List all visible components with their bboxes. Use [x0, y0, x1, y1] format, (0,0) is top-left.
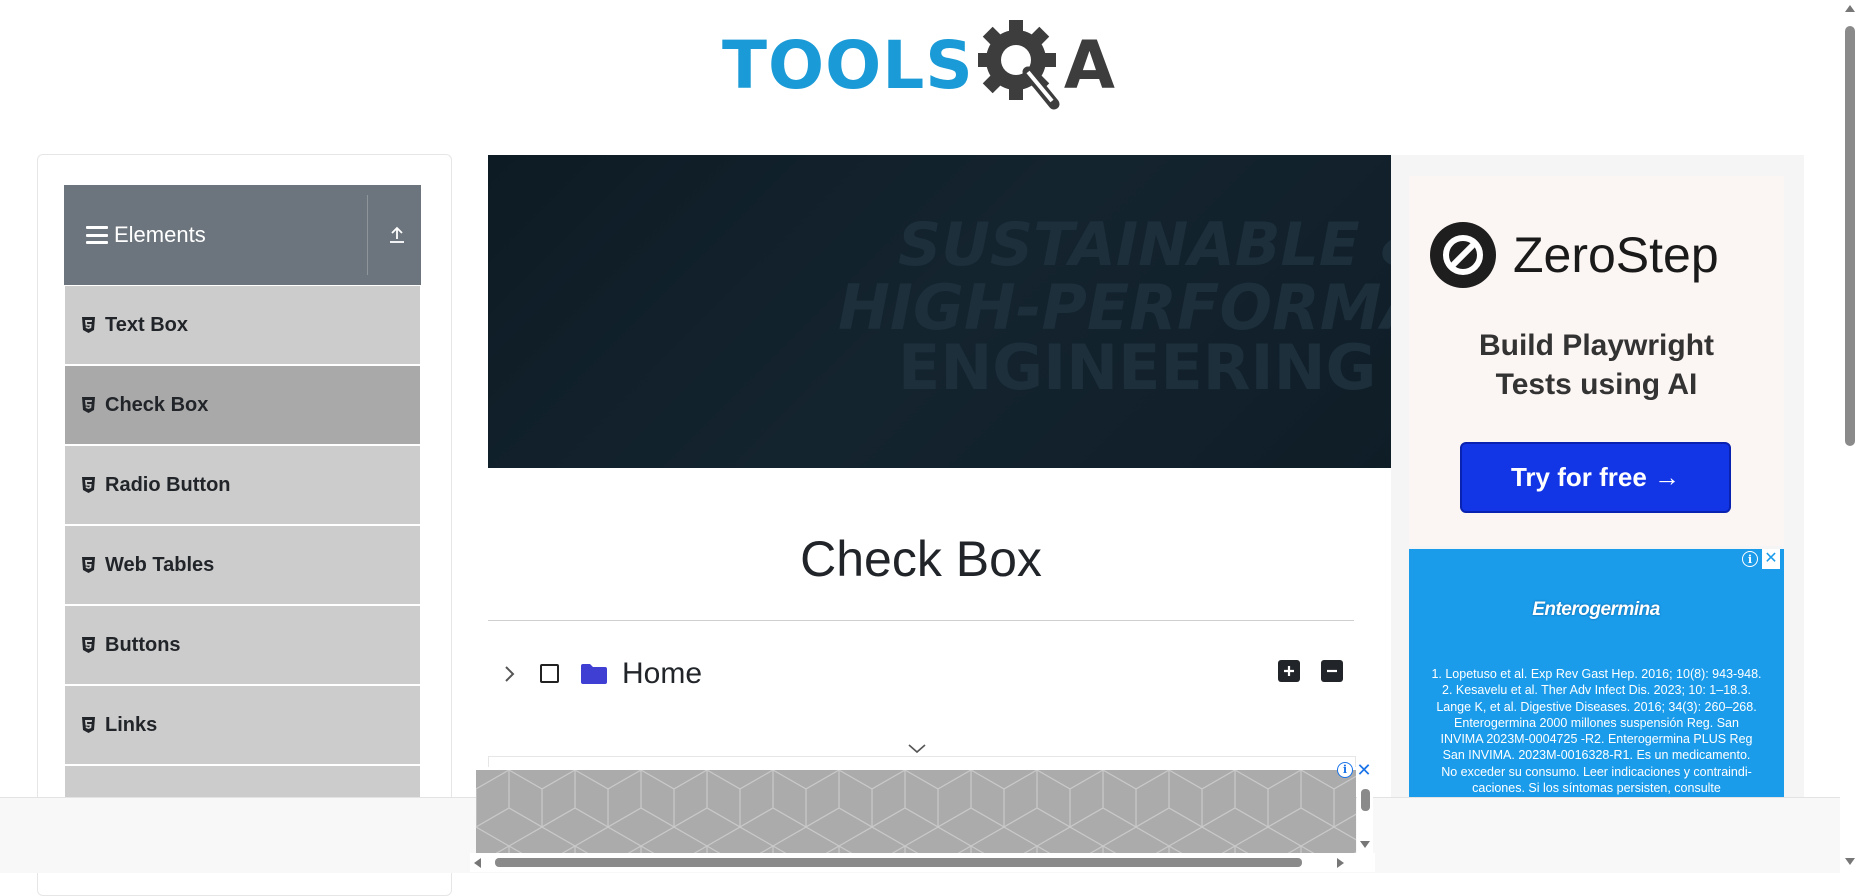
- title-divider: [488, 620, 1354, 621]
- zerostep-tagline-line-1: Build Playwright: [1478, 329, 1715, 362]
- sidebar-item-label: Links: [105, 713, 158, 736]
- zerostep-tagline: Build Playwright Tests using AI: [1409, 326, 1784, 404]
- folder-icon: [581, 664, 607, 684]
- try-for-free-button[interactable]: Try for free →: [1460, 442, 1731, 513]
- sidebar-item-label: Text Box: [105, 313, 188, 336]
- expand-all-button[interactable]: [1278, 660, 1300, 682]
- sidebar-item-web-tables[interactable]: Web Tables: [65, 526, 420, 606]
- scroll-down-arrow-icon[interactable]: [1359, 839, 1371, 849]
- html5-icon: [82, 717, 95, 733]
- sidebar-item-buttons[interactable]: Buttons: [65, 606, 420, 686]
- html5-icon: [82, 477, 95, 493]
- collapse-all-button[interactable]: [1321, 660, 1343, 682]
- sidebar-item-label: Check Box: [105, 393, 209, 416]
- html5-icon: [82, 397, 95, 413]
- chevron-down-icon: [908, 744, 926, 754]
- scroll-left-arrow-icon[interactable]: [472, 857, 482, 869]
- group-title: Elements: [114, 222, 206, 247]
- logo-text-tools: TOOLS: [722, 27, 974, 104]
- disclaimer-line: No exceder su consumo. Leer indicaciones…: [1441, 764, 1752, 779]
- menu-icon: [86, 226, 108, 244]
- collapse-group-icon[interactable]: [382, 220, 412, 250]
- sidebar-item-radio-button[interactable]: Radio Button: [65, 446, 420, 526]
- sidebar-item-check-box[interactable]: Check Box: [65, 366, 420, 446]
- sidebar-item-text-box[interactable]: Text Box: [65, 286, 420, 366]
- disclaimer-line: Lange K, et al. Digestive Diseases. 2016…: [1436, 699, 1757, 714]
- banner-line-2: HIGH-PERFORMANCE: [838, 271, 1391, 344]
- header-divider: [367, 195, 368, 275]
- result-box: [488, 756, 1356, 767]
- sidebar-item-label: Web Tables: [105, 553, 215, 576]
- disclaimer-line: INVIMA 2023M-0004725 -R2. Enterogermina …: [1440, 732, 1753, 747]
- enterogermina-disclaimer: 1. Lopetuso et al. Exp Rev Gast Hep. 201…: [1418, 666, 1775, 796]
- scroll-up-arrow-icon[interactable]: [1844, 4, 1856, 14]
- ad-info-icon[interactable]: i: [1742, 551, 1758, 567]
- banner-line-3: ENGINEERING MATERIA: [898, 331, 1391, 404]
- sidebar-item-links[interactable]: Links: [65, 686, 420, 766]
- gear-magnifier-icon: [977, 20, 1060, 110]
- sidebar-item-label: Buttons: [105, 633, 181, 656]
- page-title: Check Box: [800, 531, 1042, 587]
- bottom-ad[interactable]: [476, 770, 1356, 854]
- ad-info-icon[interactable]: i: [1337, 762, 1353, 778]
- banner-ad[interactable]: SUSTAINABLE & HIGH-PERFORMANCE ENGINEERI…: [488, 155, 1391, 468]
- zerostep-brand: ZeroStep: [1513, 227, 1719, 283]
- html5-icon: [82, 637, 95, 653]
- hexagon-pattern: [476, 770, 1356, 854]
- logo-text-a: A: [1063, 27, 1115, 104]
- zerostep-logo-icon: [1430, 222, 1496, 288]
- html5-icon: [82, 317, 95, 333]
- disclaimer-line: caciones. Si los síntomas persisten, con…: [1472, 781, 1721, 796]
- scroll-right-arrow-icon[interactable]: [1336, 857, 1346, 869]
- ad-vertical-scrollbar[interactable]: [1357, 785, 1373, 855]
- toolsqa-logo[interactable]: TOOLS A: [722, 18, 1124, 114]
- disclaimer-line: San INVIMA. 2023M-0016328-R1. Es un medi…: [1442, 748, 1751, 763]
- zerostep-tagline-line-2: Tests using AI: [1495, 368, 1698, 401]
- banner-line-1: SUSTAINABLE &: [898, 210, 1391, 280]
- scroll-down-arrow-icon[interactable]: [1844, 856, 1856, 866]
- enterogermina-brand: Enterogermina: [1532, 599, 1660, 620]
- disclaimer-line: 2. Kesavelu et al. Ther Adv Infect Dis. …: [1442, 683, 1751, 698]
- home-checkbox[interactable]: [540, 664, 559, 683]
- sidebar-item-label: Radio Button: [105, 473, 231, 496]
- tree-node-home: Home: [500, 655, 1360, 695]
- ad-horizontal-scrollbar[interactable]: [470, 853, 1375, 872]
- html5-icon: [82, 557, 95, 573]
- disclaimer-line: 1. Lopetuso et al. Exp Rev Gast Hep. 201…: [1431, 667, 1762, 681]
- page-scrollbar[interactable]: [1840, 0, 1860, 872]
- chevron-right-icon[interactable]: [500, 663, 518, 685]
- ad-close-icon[interactable]: ✕: [1762, 549, 1780, 569]
- group-header-elements[interactable]: Elements: [64, 185, 421, 285]
- enterogermina-logo: Enterogermina: [1520, 585, 1672, 635]
- ad-close-icon[interactable]: ✕: [1356, 760, 1372, 780]
- tree-node-label[interactable]: Home: [622, 657, 702, 691]
- disclaimer-line: Enterogermina 2000 millones suspensión R…: [1454, 715, 1739, 730]
- scrollbar-thumb[interactable]: [1845, 26, 1855, 446]
